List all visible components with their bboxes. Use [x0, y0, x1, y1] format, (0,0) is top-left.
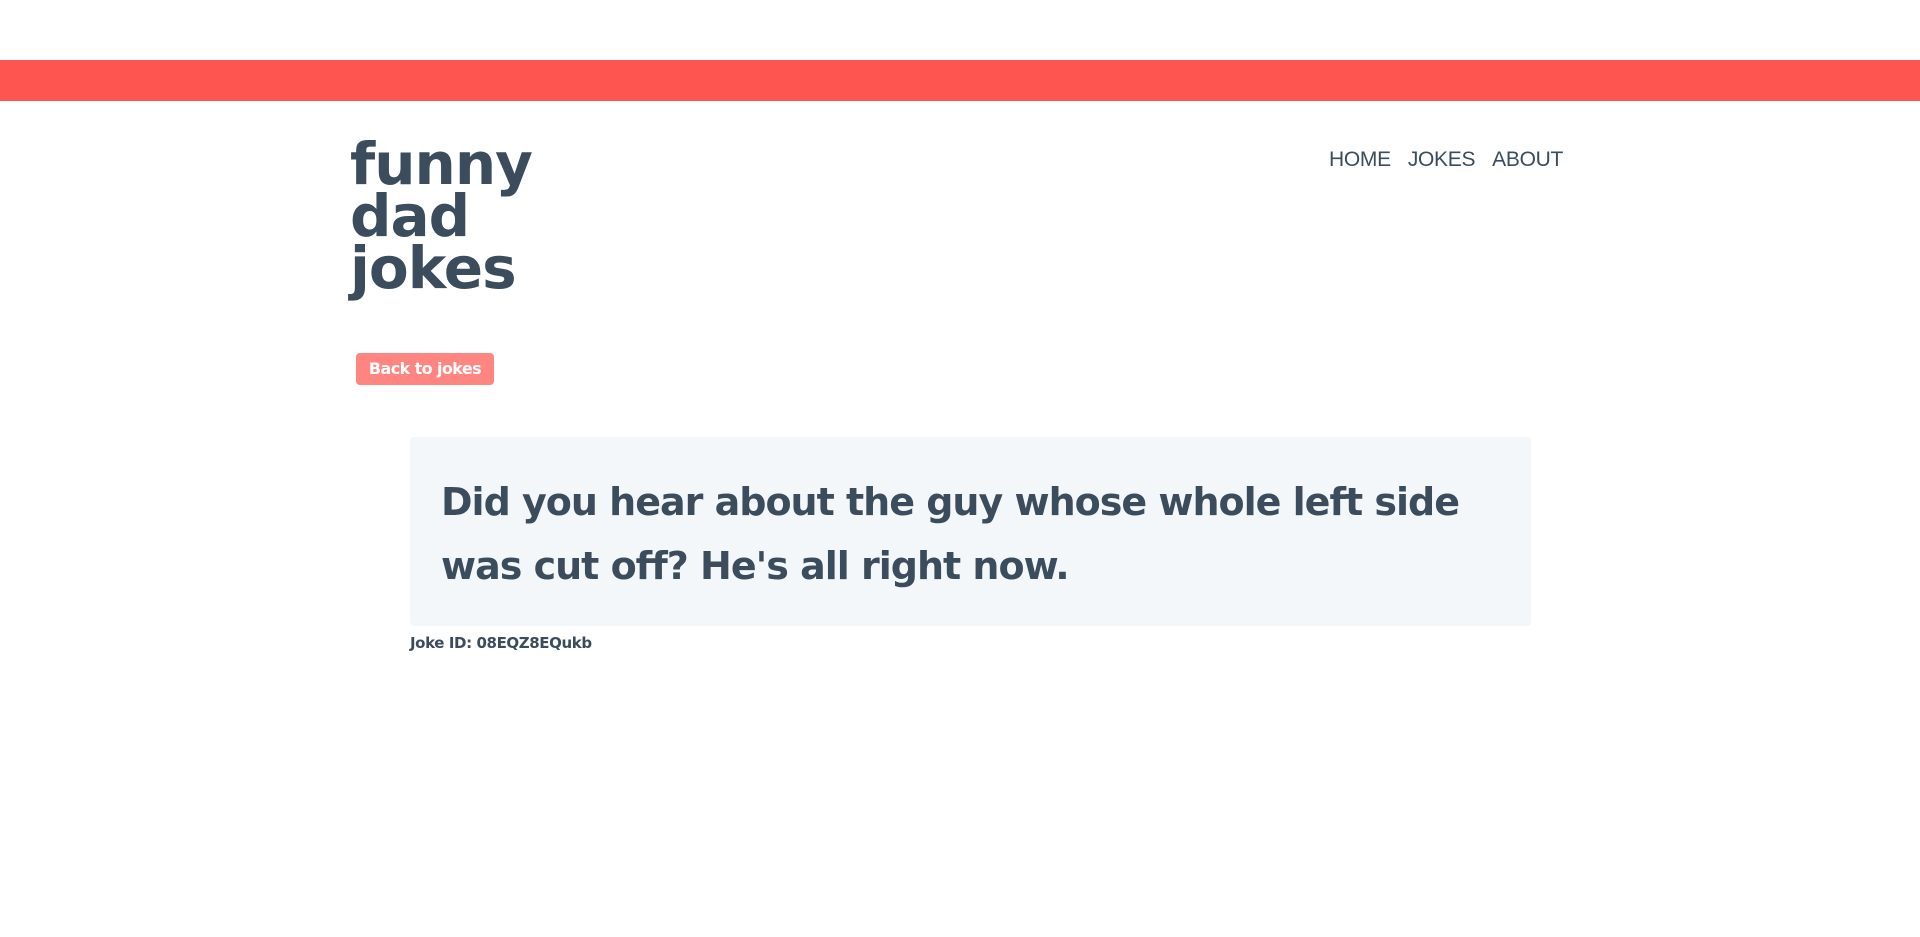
- nav-link-about[interactable]: ABOUT: [1492, 148, 1563, 172]
- logo-line-jokes: jokes: [350, 234, 517, 302]
- site-logo[interactable]: funny dad jokes: [350, 135, 533, 302]
- nav-link-jokes[interactable]: JOKES: [1408, 148, 1476, 172]
- joke-id: Joke ID: 08EQZ8EQukb: [410, 634, 592, 652]
- main-nav: HOME JOKES ABOUT: [1329, 148, 1563, 172]
- joke-text: Did you hear about the guy whose whole l…: [441, 480, 1460, 588]
- joke-card: Did you hear about the guy whose whole l…: [410, 437, 1531, 626]
- back-to-jokes-button[interactable]: Back to jokes: [356, 353, 494, 385]
- top-accent-bar: [0, 60, 1920, 101]
- nav-link-home[interactable]: HOME: [1329, 148, 1391, 172]
